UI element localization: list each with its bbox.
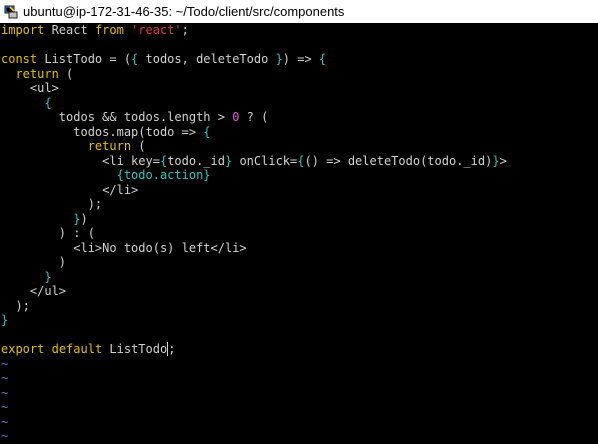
code-token: export [1,342,45,356]
code-token: </ul> [1,284,67,298]
code-token: <li key= [1,153,160,168]
code-line: export default ListTodo; [0,342,598,357]
code-line: </li> [0,183,598,198]
code-token: } [1,313,9,327]
code-token: import [1,23,45,37]
code-token: ? ( [239,110,269,124]
code-line: </ul> [0,284,598,299]
code-token: ) [1,255,67,269]
code-token: from [94,23,124,37]
code-token: todos && todos.length > [1,110,233,124]
code-token: todos, deleteTodo [138,52,276,66]
empty-buffer-line: ~ [1,385,9,400]
title-bar[interactable]: ubuntu@ip-172-31-46-35: ~/Todo/client/sr… [0,0,598,23]
code-token: () => deleteTodo(todo._id) [304,153,493,168]
code-token: { [318,52,327,66]
code-token: const [1,52,38,66]
code-line: const ListTodo = ( { todos, deleteTodo })… [0,52,598,67]
code-token: default [51,342,103,356]
code-line: } [0,313,598,328]
code-line: }) [0,212,598,227]
code-line: } [0,270,598,285]
code-token: { [203,124,211,139]
code-token: onClick= [232,153,298,168]
code-token: ; [181,23,189,37]
code-token: { [44,95,52,110]
code-line: ); [0,197,598,212]
code-token: ) => [282,52,319,66]
code-line: <li key={todo._id} onClick={() => delete… [0,154,598,169]
code-token: } [44,269,52,284]
putty-icon [4,5,18,19]
code-line: todos.map(todo => { [0,125,598,140]
code-line: import React from 'react'; [0,23,598,38]
code-token: </li> [1,182,139,197]
code-line: todos && todos.length > 0 ? ( [0,110,598,125]
code-line: ) : ( [0,226,598,241]
code-token: return [15,66,59,81]
code-token: } [275,52,283,66]
code-line: { [0,96,598,111]
code-token: todos.map(todo => [1,124,204,139]
code-line: <li>No todo(s) left</li> [0,241,598,256]
empty-buffer-line: ~ [1,371,9,385]
empty-buffer-line: ~ [1,356,9,371]
code-token: ( [58,66,74,81]
empty-buffer-line: ~ [1,429,9,443]
code-line: ) [0,255,598,270]
code-line: <ul> [0,81,598,96]
code-token: 'react' [131,23,182,37]
code-token: return [87,139,132,153]
code-line: ); [0,299,598,314]
code-token: todo._id [167,153,225,168]
code-token: React [44,23,95,37]
code-token: } [492,153,500,168]
code-token: ); [1,298,30,313]
code-token: ( [131,139,146,153]
code-token: <li>No todo(s) left</li> [1,240,247,255]
code-line: return ( [0,139,598,154]
empty-buffer-line: ~ [1,400,9,414]
code-token: {todo.action} [116,168,211,182]
code-token: ) [80,211,88,226]
code-line: return ( [0,67,598,82]
window-title: ubuntu@ip-172-31-46-35: ~/Todo/client/sr… [23,4,345,19]
code-token: ListTodo [102,342,168,356]
code-token: ); [1,197,103,211]
vim-editor[interactable]: import React from 'react'; const ListTod… [0,23,598,443]
code-token: ListTodo = ( [37,52,132,66]
empty-buffer-line: ~ [1,414,9,429]
code-token: ) : ( [1,226,95,240]
terminal-window[interactable]: ubuntu@ip-172-31-46-35: ~/Todo/client/sr… [0,0,598,443]
code-line: {todo.action} [0,168,598,183]
code-token: > [499,153,507,168]
text-cursor: ; [167,342,176,356]
code-token: <ul> [1,81,59,95]
